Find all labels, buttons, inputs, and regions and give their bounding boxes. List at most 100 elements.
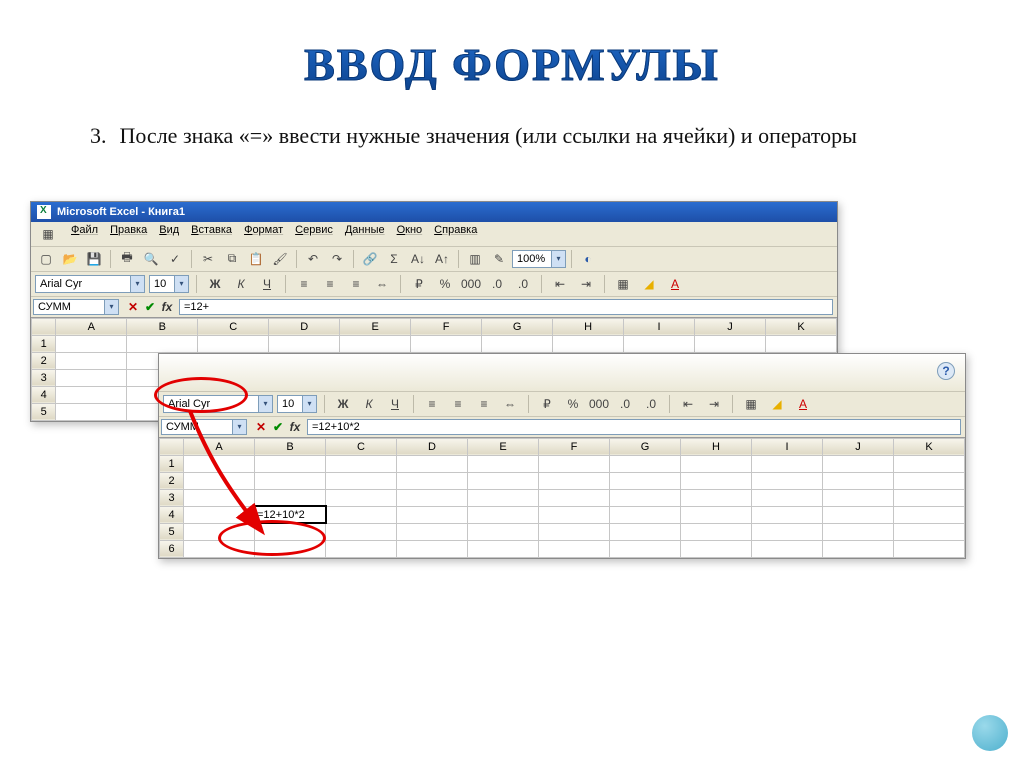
name-box[interactable]: СУММ▾: [161, 419, 247, 435]
col-header[interactable]: B: [127, 318, 198, 335]
spell-icon[interactable]: ✓: [164, 249, 186, 269]
merge-icon[interactable]: ⇔: [371, 274, 393, 294]
formula-input[interactable]: =12+: [179, 299, 833, 315]
col-header[interactable]: J: [823, 438, 894, 455]
align-left-icon[interactable]: ≡: [421, 394, 443, 414]
currency-icon[interactable]: ₽: [408, 274, 430, 294]
cancel-icon[interactable]: ✕: [125, 300, 141, 314]
fx-icon[interactable]: fx: [159, 300, 175, 314]
percent-icon[interactable]: %: [562, 394, 584, 414]
cut-icon[interactable]: ✂: [197, 249, 219, 269]
col-header[interactable]: D: [269, 318, 340, 335]
select-all[interactable]: [160, 438, 184, 455]
currency-icon[interactable]: ₽: [536, 394, 558, 414]
font-color-icon[interactable]: A: [664, 274, 686, 294]
link-icon[interactable]: 🔗: [359, 249, 381, 269]
dec-indent-icon[interactable]: ⇤: [549, 274, 571, 294]
fontsize-combo[interactable]: 10▾: [149, 275, 189, 293]
menu-format[interactable]: Формат: [244, 224, 283, 244]
chart-icon[interactable]: ▥: [464, 249, 486, 269]
col-header[interactable]: K: [766, 318, 837, 335]
menu-data[interactable]: Данные: [345, 224, 385, 244]
col-header[interactable]: G: [610, 438, 681, 455]
new-icon[interactable]: ▢: [35, 249, 57, 269]
menu-file[interactable]: Файл: [71, 224, 98, 244]
dec-indent-icon[interactable]: ⇤: [677, 394, 699, 414]
fill-color-icon[interactable]: ◢: [766, 394, 788, 414]
menu-window[interactable]: Окно: [397, 224, 423, 244]
menu-insert[interactable]: Вставка: [191, 224, 232, 244]
fill-color-icon[interactable]: ◢: [638, 274, 660, 294]
format-painter-icon[interactable]: 🖌: [269, 249, 291, 269]
save-icon[interactable]: 💾: [83, 249, 105, 269]
borders-icon[interactable]: ▦: [612, 274, 634, 294]
merge-icon[interactable]: ⇔: [499, 394, 521, 414]
borders-icon[interactable]: ▦: [740, 394, 762, 414]
sort-asc-icon[interactable]: A↓: [407, 249, 429, 269]
menu-edit[interactable]: Правка: [110, 224, 147, 244]
comma-icon[interactable]: 000: [588, 394, 610, 414]
menu-view[interactable]: Вид: [159, 224, 179, 244]
help-icon[interactable]: ◐: [577, 249, 599, 269]
dec-decimal-icon[interactable]: .0: [640, 394, 662, 414]
col-header[interactable]: A: [56, 318, 127, 335]
col-header[interactable]: K: [894, 438, 965, 455]
row-header[interactable]: 2: [160, 472, 184, 489]
col-header[interactable]: F: [539, 438, 610, 455]
copy-icon[interactable]: ⧉: [221, 249, 243, 269]
row-header[interactable]: 6: [160, 540, 184, 557]
active-cell[interactable]: =12+10*2: [255, 506, 326, 523]
redo-icon[interactable]: ↷: [326, 249, 348, 269]
paste-icon[interactable]: 📋: [245, 249, 267, 269]
help-icon[interactable]: ?: [937, 362, 955, 380]
row-header[interactable]: 1: [160, 455, 184, 472]
row-header[interactable]: 3: [160, 489, 184, 506]
align-left-icon[interactable]: ≡: [293, 274, 315, 294]
font-color-icon[interactable]: A: [792, 394, 814, 414]
align-center-icon[interactable]: ≡: [447, 394, 469, 414]
col-header[interactable]: F: [411, 318, 482, 335]
fontsize-combo[interactable]: 10▾: [277, 395, 317, 413]
percent-icon[interactable]: %: [434, 274, 456, 294]
col-header[interactable]: H: [681, 438, 752, 455]
col-header[interactable]: C: [326, 438, 397, 455]
name-box[interactable]: СУММ▾: [33, 299, 119, 315]
row-header[interactable]: 1: [32, 335, 56, 352]
col-header[interactable]: C: [198, 318, 269, 335]
row-header[interactable]: 2: [32, 352, 56, 369]
col-header[interactable]: H: [553, 318, 624, 335]
preview-icon[interactable]: 🔍: [140, 249, 162, 269]
underline-button[interactable]: Ч: [384, 394, 406, 414]
fx-icon[interactable]: fx: [287, 420, 303, 434]
select-all[interactable]: [32, 318, 56, 335]
col-header[interactable]: E: [468, 438, 539, 455]
formula-input[interactable]: =12+10*2: [307, 419, 961, 435]
menu-help[interactable]: Справка: [434, 224, 477, 244]
col-header[interactable]: E: [340, 318, 411, 335]
inc-indent-icon[interactable]: ⇥: [703, 394, 725, 414]
menu-tools[interactable]: Сервис: [295, 224, 333, 244]
drawing-icon[interactable]: ✎: [488, 249, 510, 269]
row-header[interactable]: 5: [160, 523, 184, 540]
align-center-icon[interactable]: ≡: [319, 274, 341, 294]
zoom-combo[interactable]: 100%▾: [512, 250, 566, 268]
sort-desc-icon[interactable]: A↑: [431, 249, 453, 269]
col-header[interactable]: I: [624, 318, 695, 335]
col-header[interactable]: B: [255, 438, 326, 455]
align-right-icon[interactable]: ≡: [345, 274, 367, 294]
inc-indent-icon[interactable]: ⇥: [575, 274, 597, 294]
col-header[interactable]: J: [695, 318, 766, 335]
italic-button[interactable]: К: [230, 274, 252, 294]
row-header[interactable]: 5: [32, 403, 56, 420]
inc-decimal-icon[interactable]: .0: [614, 394, 636, 414]
col-header[interactable]: G: [482, 318, 553, 335]
bold-button[interactable]: Ж: [332, 394, 354, 414]
inc-decimal-icon[interactable]: .0: [486, 274, 508, 294]
open-icon[interactable]: 📂: [59, 249, 81, 269]
bold-button[interactable]: Ж: [204, 274, 226, 294]
dec-decimal-icon[interactable]: .0: [512, 274, 534, 294]
enter-icon[interactable]: ✔: [270, 420, 286, 434]
comma-icon[interactable]: 000: [460, 274, 482, 294]
undo-icon[interactable]: ↶: [302, 249, 324, 269]
align-right-icon[interactable]: ≡: [473, 394, 495, 414]
